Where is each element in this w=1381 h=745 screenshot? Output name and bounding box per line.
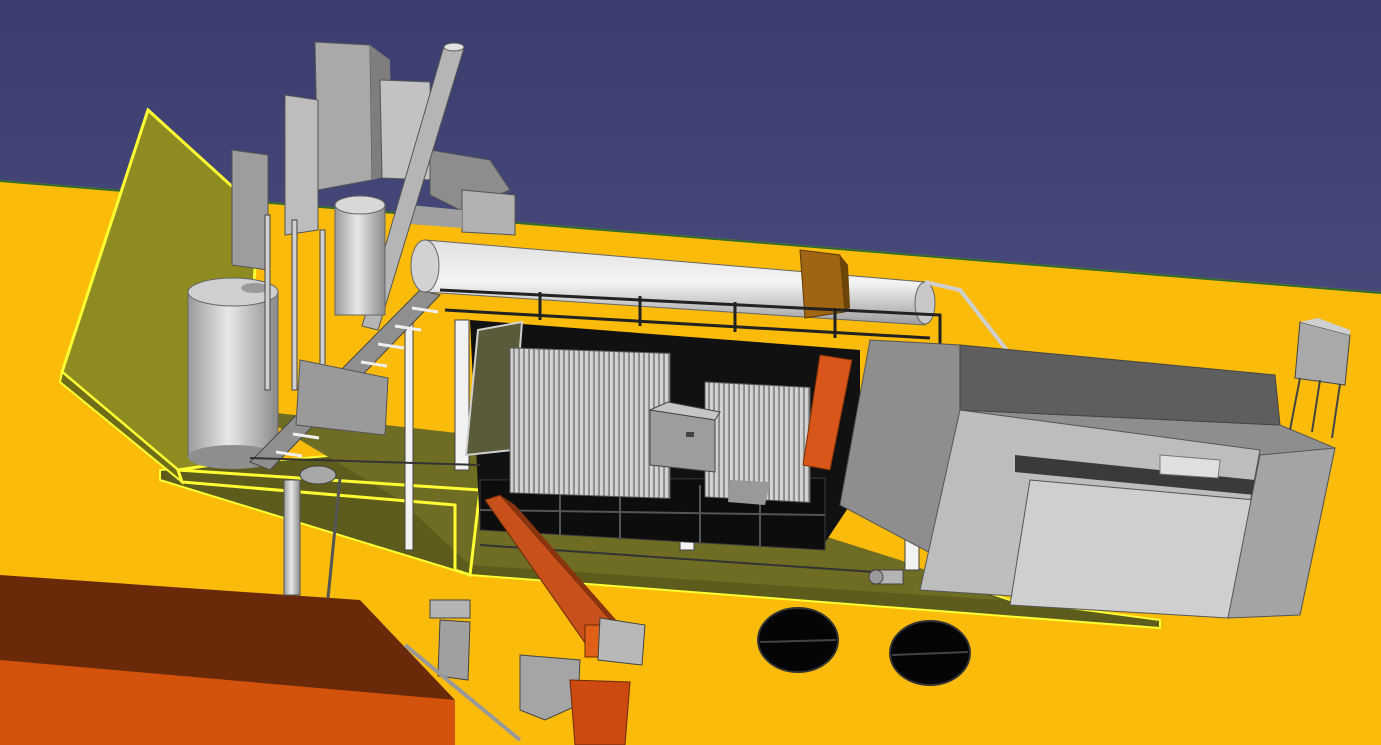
drain-pit-left[interactable] <box>757 607 839 673</box>
3d-viewport[interactable] <box>0 0 1381 745</box>
cad-scene[interactable] <box>0 0 1381 745</box>
drain-pit-right[interactable] <box>889 620 971 686</box>
radiator-unit-left[interactable] <box>509 347 671 499</box>
pump-unit[interactable] <box>868 569 904 585</box>
vertical-vessel[interactable] <box>334 195 386 316</box>
